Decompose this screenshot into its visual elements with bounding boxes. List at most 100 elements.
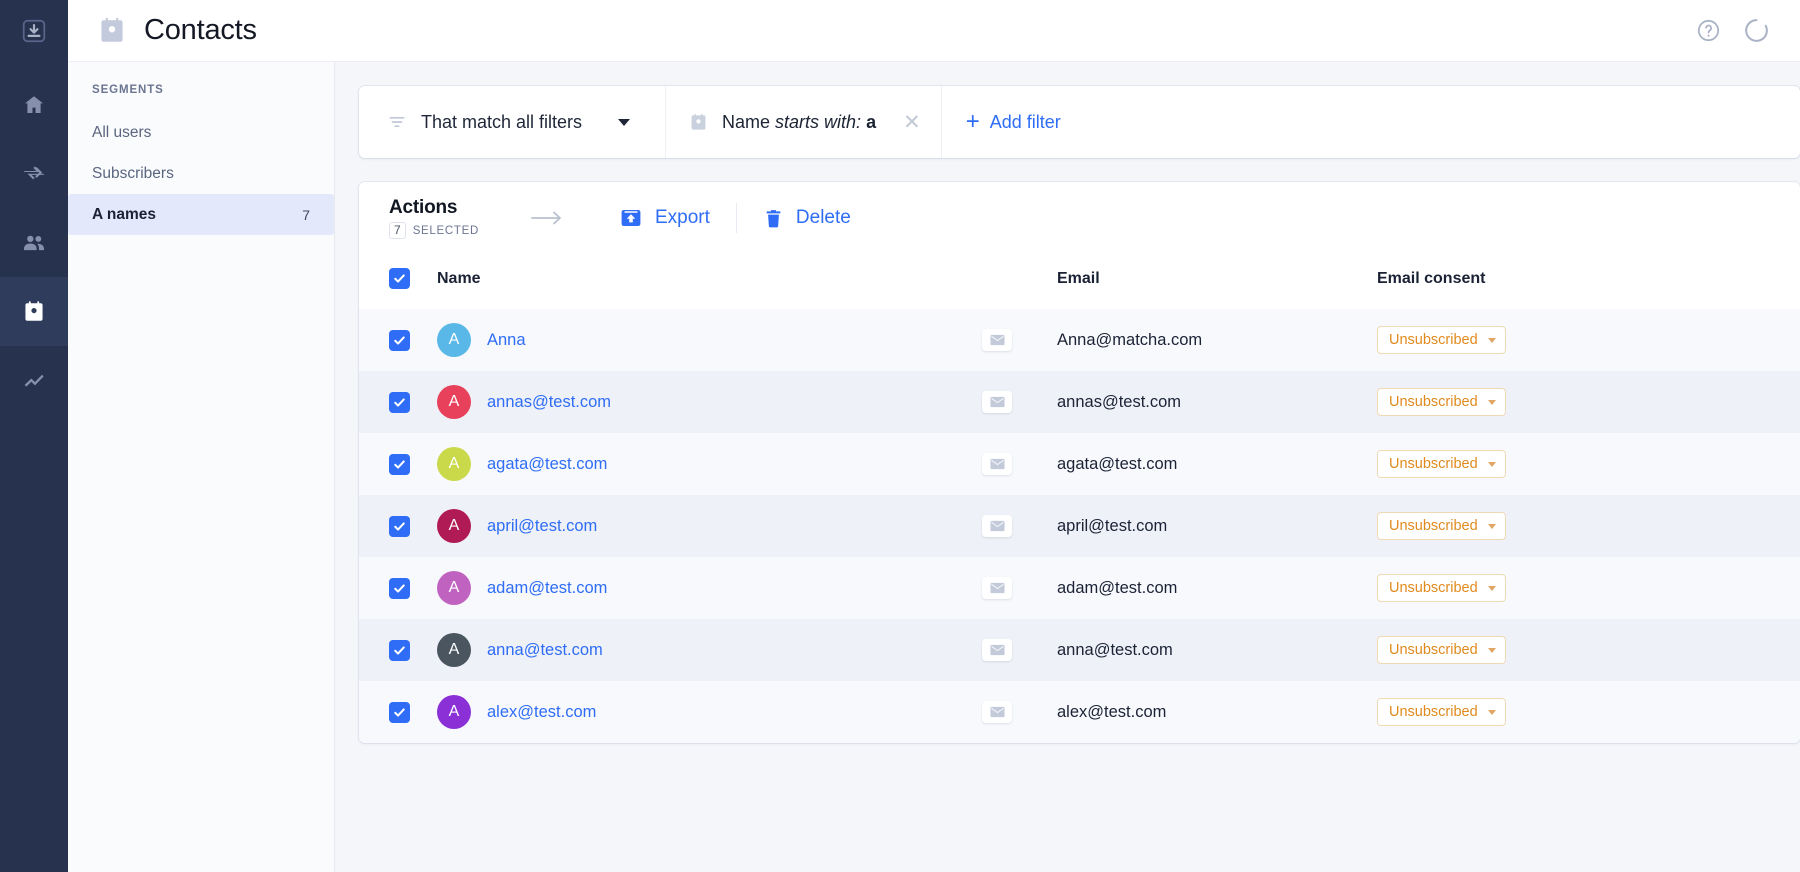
column-header-email[interactable]: Email (1057, 254, 1377, 309)
contact-name-link[interactable]: anna@test.com (487, 641, 603, 660)
filter-bar: That match all filters Name starts with:… (359, 86, 1800, 158)
select-all-header (359, 254, 437, 309)
close-icon[interactable]: ✕ (903, 112, 921, 133)
help-button[interactable] (1696, 18, 1721, 43)
row-name-cell: Aadam@test.com (437, 557, 982, 619)
table-row[interactable]: Aadam@test.comadam@test.com Unsubscribed (359, 557, 1800, 619)
top-bar: Contacts (68, 0, 1800, 62)
add-filter-button[interactable]: + Add filter (942, 86, 1085, 158)
envelope-badge[interactable] (982, 639, 1012, 661)
row-mail-icon-cell (982, 619, 1057, 681)
inbox-download-icon (21, 18, 47, 44)
actions-summary: Actions 7 SELECTED (389, 197, 515, 239)
avatar: A (437, 509, 471, 543)
journeys-arrows-icon (21, 161, 47, 187)
arrow-right-icon (529, 208, 565, 228)
sidebar-item-a-names[interactable]: A names 7 (68, 194, 334, 235)
contact-name-link[interactable]: april@test.com (487, 517, 597, 536)
envelope-badge[interactable] (982, 453, 1012, 475)
sidebar-item-label: A names (92, 206, 156, 224)
row-checkbox[interactable] (389, 330, 410, 351)
add-filter-label: Add filter (990, 112, 1061, 133)
column-header-name[interactable]: Name (437, 254, 982, 309)
rail-item-analytics[interactable] (0, 346, 68, 415)
envelope-icon (990, 644, 1005, 656)
segments-list: All users Subscribers A names 7 (68, 112, 334, 235)
export-upload-icon (619, 206, 643, 230)
avatar: A (437, 385, 471, 419)
envelope-badge[interactable] (982, 329, 1012, 351)
envelope-badge[interactable] (982, 391, 1012, 413)
table-row[interactable]: Aalex@test.comalex@test.comUnsubscribed (359, 681, 1800, 743)
consent-label: Unsubscribed (1389, 456, 1478, 472)
contact-name-link[interactable]: alex@test.com (487, 703, 596, 722)
row-mail-icon-cell (982, 557, 1057, 619)
table-row[interactable]: Aagata@test.comagata@test.com Unsubscribe… (359, 433, 1800, 495)
envelope-icon (990, 458, 1005, 470)
row-select-cell (359, 371, 437, 433)
consent-dropdown[interactable]: Unsubscribed (1377, 388, 1506, 416)
envelope-badge[interactable] (982, 701, 1012, 723)
select-all-checkbox[interactable] (389, 268, 410, 289)
rail-item-contacts[interactable] (0, 277, 68, 346)
table-row[interactable]: Aannas@test.com annas@test.com Unsubscribe… (359, 371, 1800, 433)
consent-dropdown[interactable]: Unsubscribed (1377, 574, 1506, 602)
row-checkbox[interactable] (389, 516, 410, 537)
table-row[interactable]: Aapril@test.comapril@test.comUnsubscribe… (359, 495, 1800, 557)
top-bar-actions (1696, 17, 1770, 44)
rail-item-journeys[interactable] (0, 139, 68, 208)
match-mode-dropdown[interactable]: That match all filters (359, 86, 665, 158)
consent-dropdown[interactable]: Unsubscribed (1377, 450, 1506, 478)
plus-icon: + (966, 110, 980, 134)
contact-name-link[interactable]: agata@test.com (487, 455, 607, 474)
app-logo[interactable] (0, 0, 68, 62)
filter-value: a (866, 112, 876, 132)
row-checkbox[interactable] (389, 578, 410, 599)
envelope-badge[interactable] (982, 577, 1012, 599)
delete-button[interactable]: Delete (737, 182, 877, 254)
row-consent-cell: Unsubscribed (1377, 371, 1800, 433)
rail-item-users[interactable] (0, 208, 68, 277)
envelope-icon (990, 582, 1005, 594)
row-email-cell: alex@test.com (1057, 681, 1377, 743)
contact-name-link[interactable]: adam@test.com (487, 579, 607, 598)
consent-label: Unsubscribed (1389, 332, 1478, 348)
consent-dropdown[interactable]: Unsubscribed (1377, 512, 1506, 540)
export-button[interactable]: Export (593, 182, 736, 254)
row-mail-icon-cell (982, 433, 1057, 495)
row-select-cell (359, 619, 437, 681)
row-checkbox[interactable] (389, 640, 410, 661)
left-nav-rail (0, 0, 68, 872)
row-mail-icon-cell (982, 681, 1057, 743)
row-mail-icon-cell (982, 371, 1057, 433)
table-row[interactable]: Aanna@test.comanna@test.comUnsubscribed (359, 619, 1800, 681)
row-checkbox[interactable] (389, 702, 410, 723)
consent-dropdown[interactable]: Unsubscribed (1377, 326, 1506, 354)
row-select-cell (359, 681, 437, 743)
row-checkbox[interactable] (389, 454, 410, 475)
account-spinner[interactable] (1743, 17, 1770, 44)
row-consent-cell: Unsubscribed (1377, 309, 1800, 371)
table-row[interactable]: AAnnaAnna@matcha.comUnsubscribed (359, 309, 1800, 371)
contact-name-link[interactable]: annas@test.com (487, 393, 611, 412)
column-header-email-consent[interactable]: Email consent (1377, 254, 1800, 309)
row-checkbox[interactable] (389, 392, 410, 413)
checkbox-checked-icon (393, 396, 406, 409)
consent-dropdown[interactable]: Unsubscribed (1377, 698, 1506, 726)
filter-pill-name[interactable]: Name starts with: a ✕ (666, 86, 941, 158)
row-name-cell: Aagata@test.com (437, 433, 982, 495)
avatar: A (437, 447, 471, 481)
envelope-badge[interactable] (982, 515, 1012, 537)
sidebar-item-all-users[interactable]: All users (68, 112, 334, 153)
envelope-icon (990, 706, 1005, 718)
row-mail-icon-cell (982, 495, 1057, 557)
checkbox-checked-icon (393, 272, 406, 285)
sidebar-item-subscribers[interactable]: Subscribers (68, 153, 334, 194)
consent-dropdown[interactable]: Unsubscribed (1377, 636, 1506, 664)
consent-label: Unsubscribed (1389, 518, 1478, 534)
contact-email: anna@test.com (1057, 641, 1173, 659)
contact-email: annas@test.com (1057, 393, 1181, 411)
people-icon (21, 230, 47, 256)
rail-item-home[interactable] (0, 70, 68, 139)
contact-name-link[interactable]: Anna (487, 331, 526, 350)
